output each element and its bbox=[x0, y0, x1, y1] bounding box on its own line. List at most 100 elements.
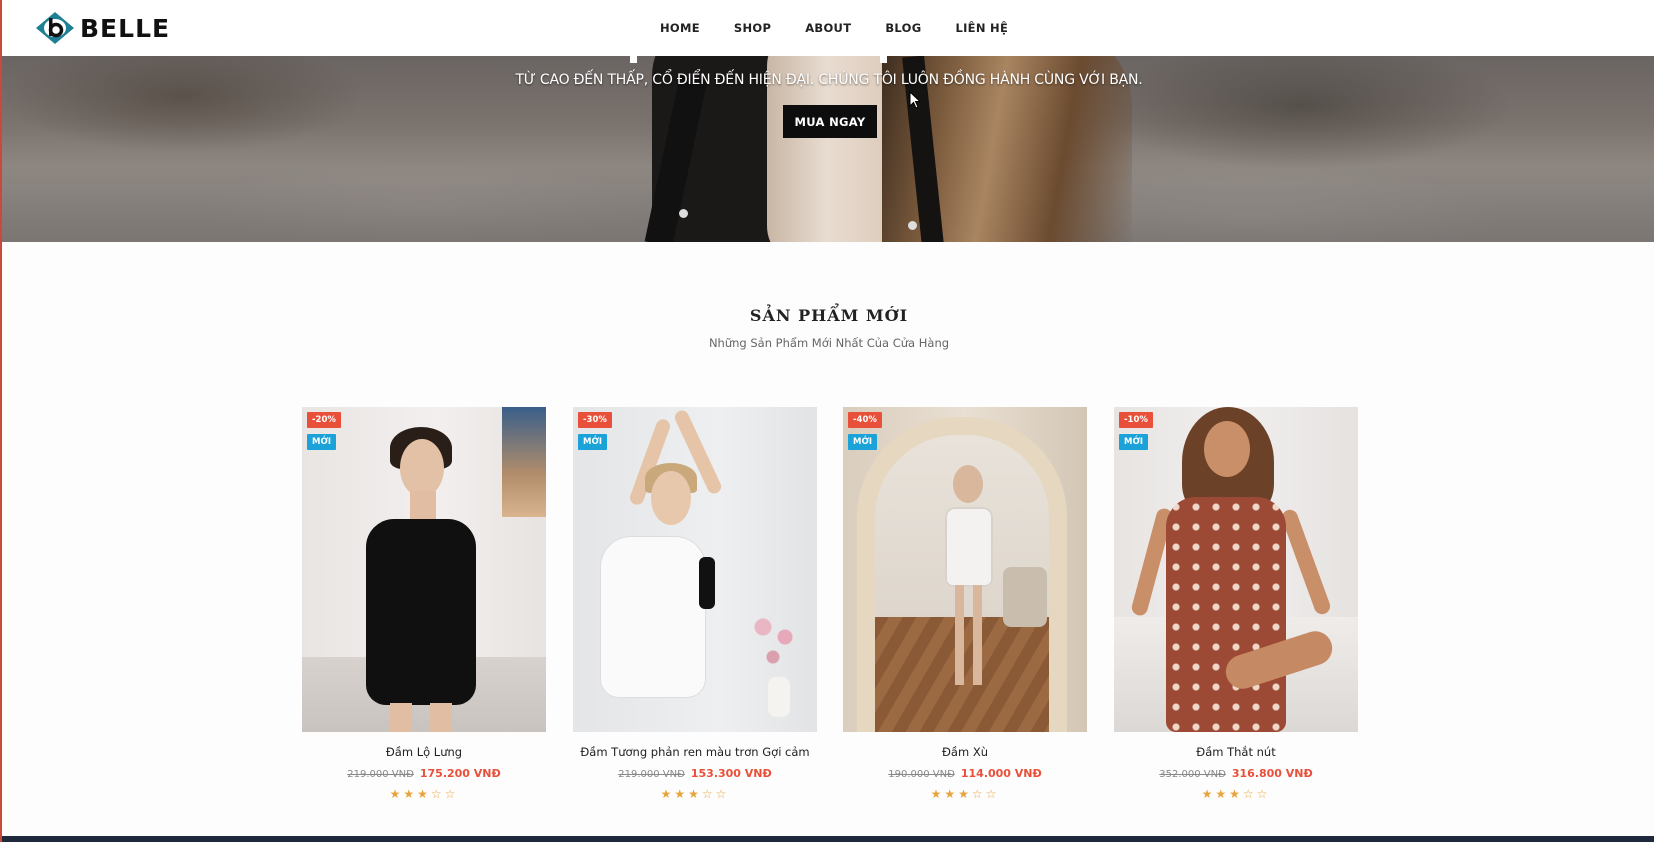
nav-blog[interactable]: BLOG bbox=[885, 21, 921, 35]
star-filled-icon: ★ bbox=[389, 787, 404, 801]
sale-price: 175.200 VNĐ bbox=[419, 767, 501, 780]
photo-dress bbox=[366, 519, 476, 705]
photo-leg bbox=[390, 703, 412, 732]
old-price: 352.000 VNĐ bbox=[1159, 769, 1226, 780]
site-header: BELLE HOME SHOP ABOUT BLOG LIÊN HỆ bbox=[2, 0, 1654, 56]
star-empty-icon: ☆ bbox=[1256, 787, 1271, 801]
nav-about[interactable]: ABOUT bbox=[805, 21, 851, 35]
product-image[interactable]: -40% MỚI bbox=[843, 407, 1087, 732]
photo-wall-art bbox=[502, 407, 546, 517]
discount-badge: -10% bbox=[1119, 412, 1153, 428]
discount-badge: -20% bbox=[307, 412, 341, 428]
mouse-cursor-icon bbox=[909, 91, 921, 109]
photo-vase bbox=[768, 677, 790, 717]
section-title: SẢN PHẨM MỚI bbox=[749, 306, 909, 325]
main-nav: HOME SHOP ABOUT BLOG LIÊN HỆ bbox=[642, 0, 1025, 56]
star-filled-icon: ★ bbox=[1215, 787, 1230, 801]
product-card[interactable]: -10% MỚI Đầm Thắt nút 352.000 VNĐ 316.800… bbox=[1114, 407, 1358, 807]
star-filled-icon: ★ bbox=[660, 787, 675, 801]
star-empty-icon: ☆ bbox=[444, 787, 459, 801]
brand-logo[interactable]: BELLE bbox=[34, 10, 170, 46]
product-prices: 190.000 VNĐ 114.000 VNĐ bbox=[843, 767, 1087, 780]
star-filled-icon: ★ bbox=[930, 787, 945, 801]
product-name[interactable]: Đầm Xù bbox=[843, 745, 1087, 759]
rating-stars: ★★★☆☆ bbox=[1114, 787, 1358, 801]
section-subtitle: Những Sản Phẩm Mới Nhất Của Cửa Hàng bbox=[708, 336, 950, 350]
product-image[interactable]: -30% MỚI bbox=[573, 407, 817, 732]
star-filled-icon: ★ bbox=[1201, 787, 1216, 801]
photo-flowers bbox=[743, 607, 803, 677]
photo-head bbox=[953, 465, 983, 503]
sale-price: 114.000 VNĐ bbox=[960, 767, 1042, 780]
old-price: 190.000 VNĐ bbox=[888, 769, 955, 780]
slider-dot[interactable] bbox=[880, 56, 887, 63]
star-filled-icon: ★ bbox=[403, 787, 418, 801]
photo-head bbox=[400, 439, 444, 497]
discount-badge: -30% bbox=[578, 412, 612, 428]
nav-home[interactable]: HOME bbox=[660, 21, 700, 35]
photo-head bbox=[651, 471, 691, 525]
star-filled-icon: ★ bbox=[417, 787, 431, 801]
product-prices: 219.000 VNĐ 175.200 VNĐ bbox=[302, 767, 546, 780]
sale-price: 316.800 VNĐ bbox=[1231, 767, 1313, 780]
slider-dot[interactable] bbox=[630, 56, 637, 63]
star-empty-icon: ☆ bbox=[985, 787, 1000, 801]
product-photo bbox=[302, 407, 546, 732]
photo-dress bbox=[601, 537, 705, 697]
product-card[interactable]: -40% MỚI Đầm Xù 190.000 VNĐ 114.000 VNĐ ★… bbox=[843, 407, 1087, 807]
shop-now-button[interactable]: MUA NGAY bbox=[783, 105, 877, 138]
star-empty-icon: ☆ bbox=[430, 787, 445, 801]
rating-stars: ★★★☆☆ bbox=[573, 787, 817, 801]
photo-leg bbox=[973, 585, 982, 685]
photo-dress bbox=[945, 507, 993, 587]
product-photo bbox=[573, 407, 817, 732]
product-grid: -20% MỚI Đầm Lộ Lưng 219.000 VNĐ 175.200 … bbox=[302, 407, 1358, 807]
new-badge: MỚI bbox=[848, 434, 878, 450]
star-empty-icon: ☆ bbox=[715, 787, 730, 801]
old-price: 219.000 VNĐ bbox=[347, 769, 414, 780]
nav-shop[interactable]: SHOP bbox=[734, 21, 771, 35]
product-photo bbox=[843, 407, 1087, 732]
discount-badge: -40% bbox=[848, 412, 882, 428]
photo-arm bbox=[1279, 507, 1333, 617]
product-image[interactable]: -10% MỚI bbox=[1114, 407, 1358, 732]
product-photo bbox=[1114, 407, 1358, 732]
old-price: 219.000 VNĐ bbox=[618, 769, 685, 780]
photo-head bbox=[1204, 421, 1250, 477]
product-name[interactable]: Đầm Lộ Lưng bbox=[302, 745, 546, 759]
photo-bag bbox=[699, 557, 715, 609]
new-badge: MỚI bbox=[307, 434, 337, 450]
photo-leg bbox=[955, 585, 964, 685]
star-filled-icon: ★ bbox=[1229, 787, 1243, 801]
brand-name: BELLE bbox=[80, 13, 171, 43]
hero-banner: TỪ CAO ĐẾN THẤP, CỔ ĐIỂN ĐẾN HIỆN ĐẠI. C… bbox=[2, 56, 1654, 242]
hero-tagline: TỪ CAO ĐẾN THẤP, CỔ ĐIỂN ĐẾN HIỆN ĐẠI. C… bbox=[515, 72, 1143, 88]
new-badge: MỚI bbox=[1119, 434, 1149, 450]
product-prices: 352.000 VNĐ 316.800 VNĐ bbox=[1114, 767, 1358, 780]
hero-rivet bbox=[679, 209, 688, 218]
product-card[interactable]: -20% MỚI Đầm Lộ Lưng 219.000 VNĐ 175.200 … bbox=[302, 407, 546, 807]
star-filled-icon: ★ bbox=[674, 787, 689, 801]
nav-contact[interactable]: LIÊN HỆ bbox=[955, 21, 1008, 35]
rating-stars: ★★★☆☆ bbox=[843, 787, 1087, 801]
star-empty-icon: ☆ bbox=[701, 787, 716, 801]
rating-stars: ★★★☆☆ bbox=[302, 787, 546, 801]
star-empty-icon: ☆ bbox=[971, 787, 986, 801]
product-prices: 219.000 VNĐ 153.300 VNĐ bbox=[573, 767, 817, 780]
new-badge: MỚI bbox=[578, 434, 608, 450]
star-filled-icon: ★ bbox=[688, 787, 702, 801]
star-filled-icon: ★ bbox=[944, 787, 959, 801]
product-image[interactable]: -20% MỚI bbox=[302, 407, 546, 732]
b-eye-logo-icon bbox=[36, 12, 74, 44]
product-name[interactable]: Đầm Thắt nút bbox=[1114, 745, 1358, 759]
star-empty-icon: ☆ bbox=[1242, 787, 1257, 801]
star-filled-icon: ★ bbox=[958, 787, 972, 801]
hero-rivet bbox=[908, 221, 917, 230]
product-name[interactable]: Đầm Tương phản ren màu trơn Gợi cảm bbox=[573, 745, 817, 759]
footer-strip bbox=[2, 836, 1654, 842]
photo-leg bbox=[430, 703, 452, 732]
photo-chair bbox=[1003, 567, 1047, 627]
sale-price: 153.300 VNĐ bbox=[690, 767, 772, 780]
product-card[interactable]: -30% MỚI Đầm Tương phản ren màu trơn Gợi… bbox=[573, 407, 817, 807]
photo-dress bbox=[1166, 497, 1286, 732]
